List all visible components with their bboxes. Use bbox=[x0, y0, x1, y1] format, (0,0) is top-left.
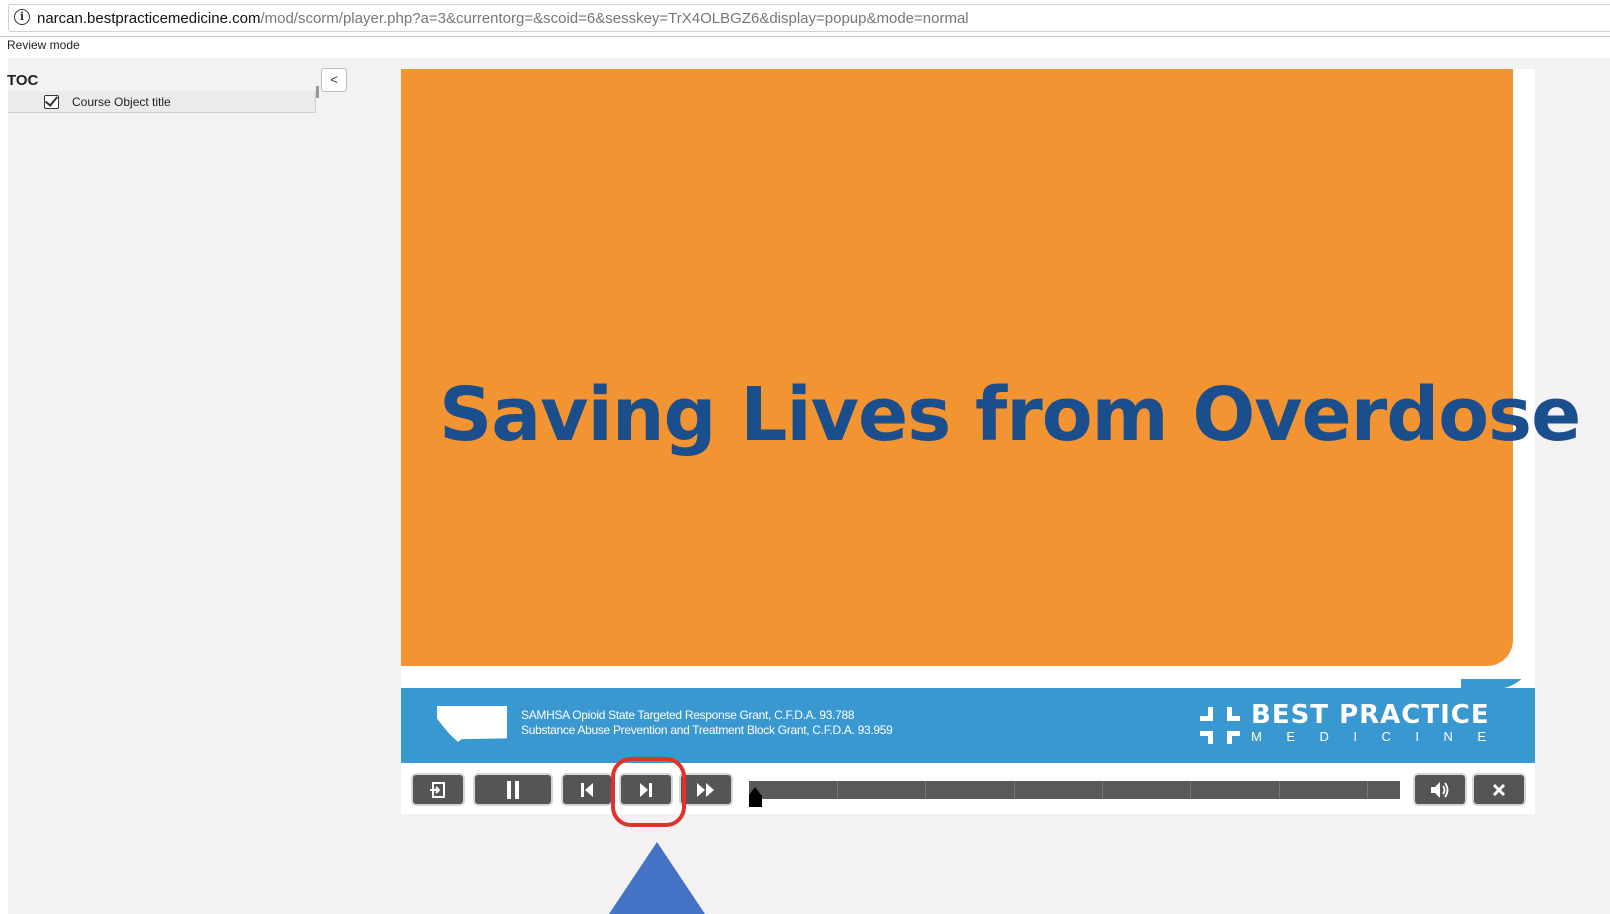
browser-address-bar: i narcan.bestpracticemedicine.com/mod/sc… bbox=[0, 0, 1610, 37]
url-path: /mod/scorm/player.php?a=3&currentorg=&sc… bbox=[260, 10, 969, 27]
toc-title: TOC bbox=[7, 72, 39, 89]
toc-collapse-button[interactable]: < bbox=[321, 68, 347, 92]
player-controls bbox=[401, 763, 1535, 814]
fast-forward-icon bbox=[697, 782, 714, 797]
exit-icon bbox=[430, 781, 445, 798]
close-icon bbox=[1492, 783, 1506, 796]
footer-grant-line-2: Substance Abuse Prevention and Treatment… bbox=[521, 723, 893, 737]
slide-footer: SAMHSA Opioid State Targeted Response Gr… bbox=[401, 688, 1535, 763]
montana-state-icon bbox=[437, 706, 507, 742]
progress-track[interactable] bbox=[749, 781, 1400, 799]
info-icon[interactable]: i bbox=[14, 9, 30, 25]
pause-icon bbox=[507, 780, 519, 799]
scorm-player: Saving Lives from Overdose SAMHSA Opioid… bbox=[401, 69, 1581, 814]
progress-playhead[interactable] bbox=[749, 787, 762, 807]
url-text[interactable]: narcan.bestpracticemedicine.com/mod/scor… bbox=[37, 10, 969, 27]
pointer-arrow-icon bbox=[609, 842, 705, 914]
next-button-highlight-ring bbox=[611, 757, 686, 827]
slide-content bbox=[401, 69, 1513, 666]
toc-resize-handle[interactable] bbox=[316, 86, 319, 98]
exit-button[interactable] bbox=[411, 773, 465, 806]
checkbox-checked-icon bbox=[44, 95, 59, 109]
previous-slide-button[interactable] bbox=[561, 773, 613, 806]
skip-back-icon bbox=[581, 782, 593, 797]
brand-title: BEST PRACTICE bbox=[1251, 700, 1490, 730]
toc-item[interactable]: Course Object title bbox=[8, 91, 316, 113]
pause-button[interactable] bbox=[473, 773, 553, 806]
fast-forward-button[interactable] bbox=[679, 773, 733, 806]
volume-button[interactable] bbox=[1413, 773, 1467, 806]
toc-item-label: Course Object title bbox=[72, 95, 171, 109]
slide-title: Saving Lives from Overdose bbox=[439, 372, 1581, 458]
best-practice-logo-icon bbox=[1200, 705, 1242, 745]
review-mode-label: Review mode bbox=[7, 38, 80, 52]
footer-grant-line-1: SAMHSA Opioid State Targeted Response Gr… bbox=[521, 708, 855, 722]
brand-subtitle: MEDICINE bbox=[1251, 729, 1511, 744]
close-button[interactable] bbox=[1472, 773, 1526, 806]
volume-icon bbox=[1431, 781, 1449, 798]
url-host: narcan.bestpracticemedicine.com bbox=[37, 10, 261, 27]
